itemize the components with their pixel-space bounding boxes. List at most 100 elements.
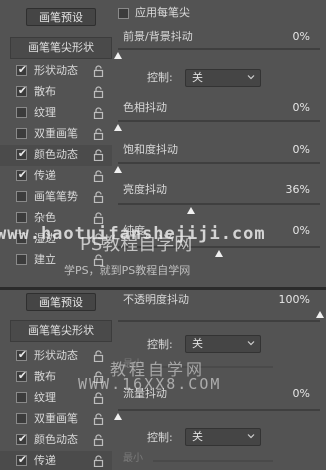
lock-icon[interactable] — [93, 86, 104, 98]
purity-slider[interactable] — [118, 246, 320, 257]
checkbox[interactable] — [16, 233, 27, 244]
lock-icon[interactable] — [93, 149, 104, 161]
brightness-jitter-value: 36% — [285, 183, 310, 196]
checkbox[interactable] — [16, 413, 27, 424]
lock-icon[interactable] — [93, 128, 104, 140]
control-select[interactable]: 关 — [185, 335, 261, 353]
slider-thumb[interactable] — [114, 413, 122, 420]
lock-icon[interactable] — [93, 107, 104, 119]
slider-thumb[interactable] — [114, 166, 122, 173]
sidebar-item-color-dynamics[interactable]: ✔ 颜色动态 — [0, 430, 112, 451]
lock-icon[interactable] — [93, 434, 104, 446]
lock-icon[interactable] — [93, 413, 104, 425]
brush-tip-shape-item[interactable]: 画笔笔尖形状 — [10, 37, 112, 59]
checkbox[interactable] — [16, 254, 27, 265]
lock-icon[interactable] — [93, 254, 104, 266]
checkbox[interactable]: ✔ — [16, 369, 28, 382]
transfer-options: 不透明度抖动 100% 控制: 关 最小 流量抖动 0% 控制: 关 最小 — [113, 290, 326, 470]
purity-value: 0% — [292, 224, 310, 237]
apply-per-tip-checkbox[interactable] — [118, 8, 129, 19]
brush-settings-sidebar: 画笔预设 画笔笔尖形状 ✔ 形状动态 ✔ 散布 纹理 双重画笔 ✔ 颜色动态 ✔… — [0, 0, 113, 287]
checkbox[interactable]: ✔ — [16, 147, 27, 160]
check-icon: ✔ — [17, 168, 28, 181]
control-select[interactable]: 关 — [185, 69, 261, 87]
brightness-jitter-slider[interactable] — [118, 203, 320, 214]
slider-thumb[interactable] — [215, 250, 223, 257]
lock-icon[interactable] — [93, 371, 104, 383]
brush-settings-panel-top: 画笔预设 画笔笔尖形状 ✔ 形状动态 ✔ 散布 纹理 双重画笔 ✔ 颜色动态 ✔… — [0, 0, 326, 287]
checkbox[interactable]: ✔ — [16, 432, 28, 445]
sidebar-item-build-up[interactable]: 建立 — [0, 250, 112, 271]
flow-jitter-value: 0% — [292, 387, 310, 400]
sidebar-item-texture[interactable]: 纹理 — [0, 103, 112, 124]
sidebar-item-transfer[interactable]: ✔ 传递 — [0, 166, 112, 187]
lock-icon[interactable] — [93, 212, 104, 224]
sidebar-item-label: 形状动态 — [34, 349, 78, 362]
sidebar-item-label: 散布 — [34, 370, 56, 383]
sidebar-item-scattering[interactable]: ✔ 散布 — [0, 82, 112, 103]
sidebar-item-transfer[interactable]: ✔ 传递 — [0, 451, 112, 470]
fg-bg-jitter-slider[interactable] — [114, 48, 320, 59]
chevron-down-icon — [247, 341, 255, 346]
checkbox[interactable] — [16, 212, 27, 223]
saturation-jitter-label: 饱和度抖动 — [123, 143, 178, 156]
sidebar-item-label: 画笔笔势 — [34, 190, 78, 203]
hue-jitter-slider[interactable] — [114, 120, 320, 131]
checkbox[interactable]: ✔ — [16, 84, 28, 97]
check-icon: ✔ — [17, 84, 28, 97]
sidebar-item-dual-brush[interactable]: 双重画笔 — [0, 124, 112, 145]
purity-label: 纯度 — [123, 224, 145, 237]
lock-icon[interactable] — [93, 170, 104, 182]
brush-settings-panel-bottom: 画笔预设 画笔笔尖形状 ✔ 形状动态 ✔ 散布 纹理 双重画笔 ✔ 颜色动态 ✔… — [0, 290, 326, 470]
lock-icon[interactable] — [93, 455, 104, 467]
slider-thumb[interactable] — [186, 207, 195, 214]
slider-thumb[interactable] — [114, 52, 122, 59]
control-select-value: 关 — [192, 71, 203, 84]
brush-presets-button[interactable]: 画笔预设 — [26, 293, 96, 311]
sidebar-item-color-dynamics[interactable]: ✔ 颜色动态 — [0, 145, 112, 166]
sidebar-item-wet-edges[interactable]: 湿边 — [0, 229, 112, 250]
sidebar-item-texture[interactable]: 纹理 — [0, 388, 112, 409]
color-dynamics-options: 应用每笔尖 前景/背景抖动 0% 控制: 关 色相抖动 0% 饱和度抖动 0% … — [113, 0, 326, 287]
saturation-jitter-slider[interactable] — [114, 162, 320, 173]
control-select[interactable]: 关 — [185, 428, 261, 446]
lock-icon[interactable] — [93, 233, 104, 245]
checkbox[interactable] — [16, 191, 27, 202]
lock-icon[interactable] — [93, 65, 104, 77]
lock-icon[interactable] — [93, 350, 104, 362]
slider-thumb[interactable] — [316, 311, 324, 318]
lock-icon[interactable] — [93, 191, 104, 203]
control-select-value: 关 — [192, 430, 203, 443]
sidebar-item-brush-pose[interactable]: 画笔笔势 — [0, 187, 112, 208]
control-label: 控制: — [147, 431, 173, 444]
brush-presets-button[interactable]: 画笔预设 — [26, 8, 96, 26]
sidebar-item-shape-dynamics[interactable]: ✔ 形状动态 — [0, 61, 112, 82]
sidebar-item-shape-dynamics[interactable]: ✔ 形状动态 — [0, 346, 112, 367]
sidebar-item-noise[interactable]: 杂色 — [0, 208, 112, 229]
checkbox[interactable] — [16, 128, 27, 139]
flow-jitter-slider[interactable] — [114, 409, 320, 420]
sidebar-item-label: 颜色动态 — [34, 148, 78, 161]
check-icon: ✔ — [17, 369, 28, 382]
chevron-down-icon — [247, 434, 255, 439]
sidebar-item-label: 纹理 — [34, 391, 56, 404]
lock-icon[interactable] — [93, 392, 104, 404]
checkbox[interactable]: ✔ — [16, 348, 28, 361]
brush-tip-shape-item[interactable]: 画笔笔尖形状 — [10, 320, 112, 342]
checkbox[interactable]: ✔ — [16, 63, 27, 76]
check-icon: ✔ — [17, 453, 28, 466]
sidebar-item-dual-brush[interactable]: 双重画笔 — [0, 409, 112, 430]
check-icon: ✔ — [17, 432, 28, 445]
sidebar-item-scattering[interactable]: ✔ 散布 — [0, 367, 112, 388]
checkbox[interactable]: ✔ — [16, 168, 28, 181]
sidebar-item-label: 纹理 — [34, 106, 56, 119]
checkbox[interactable] — [16, 392, 27, 403]
slider-thumb[interactable] — [114, 124, 122, 131]
fg-bg-jitter-value: 0% — [292, 30, 310, 43]
sidebar-item-label: 湿边 — [34, 232, 56, 245]
checkbox[interactable]: ✔ — [16, 453, 28, 466]
check-icon: ✔ — [17, 348, 28, 361]
opacity-jitter-slider[interactable] — [118, 311, 324, 322]
hue-jitter-label: 色相抖动 — [123, 101, 167, 114]
checkbox[interactable] — [16, 107, 27, 118]
